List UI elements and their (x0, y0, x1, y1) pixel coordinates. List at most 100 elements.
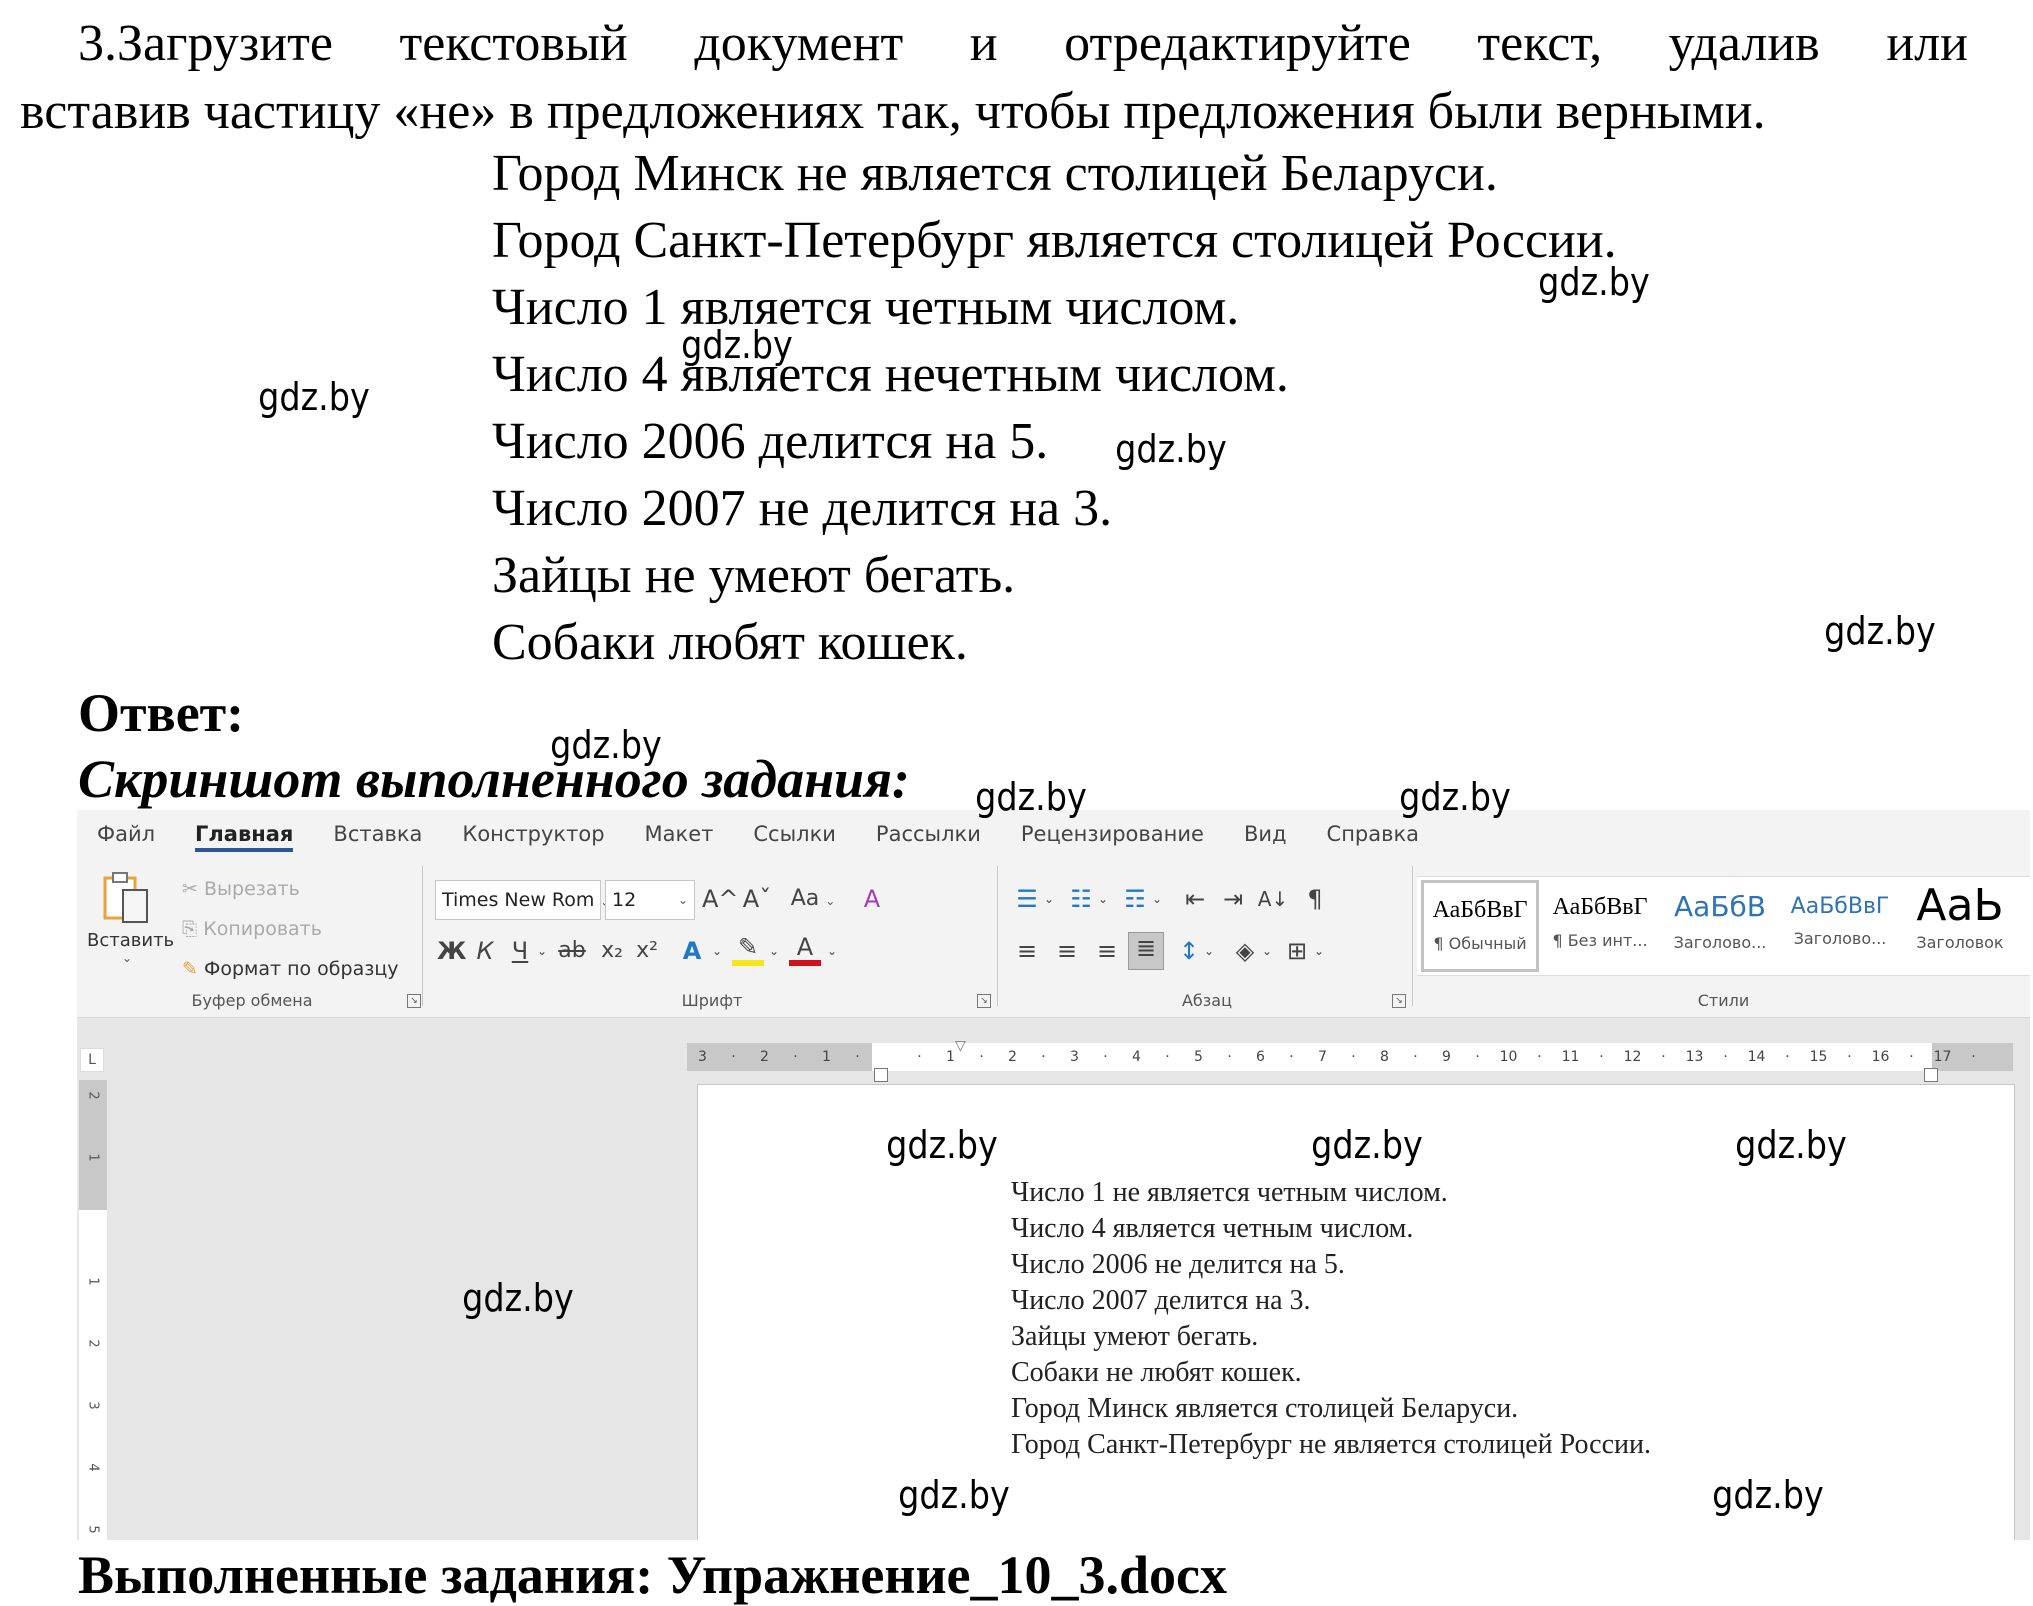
chevron-down-icon[interactable]: ⌄ (1260, 936, 1274, 966)
dialog-launcher-icon[interactable]: ↘ (977, 994, 991, 1008)
ruler-tick: 2 (760, 1049, 769, 1065)
ruler-tick: · (1661, 1049, 1666, 1065)
strikethrough-button[interactable]: ab (555, 936, 589, 966)
style-heading-1[interactable]: АаБбВ Заголово... (1661, 880, 1779, 972)
ruler-tick: 16 (1871, 1049, 1890, 1065)
ruler-tick: · (1165, 1049, 1170, 1065)
ruler-tick: · (1227, 1049, 1232, 1065)
font-group: Times New Rom⌄ 12⌄ A^ Aˇ Aa⌄ A Ж К Ч ⌄ a… (427, 866, 997, 1016)
justify-icon[interactable]: ≣ (1128, 932, 1164, 970)
tab-design[interactable]: Конструктор (442, 810, 624, 858)
dialog-launcher-icon[interactable]: ↘ (407, 994, 421, 1008)
align-center-icon[interactable]: ≡ (1050, 936, 1084, 966)
style-normal[interactable]: АаБбВвГ ¶ Обычный (1421, 880, 1539, 972)
tab-file[interactable]: Файл (77, 810, 175, 858)
first-line-indent-marker[interactable]: ▽ (955, 1038, 966, 1054)
multilevel-list-icon[interactable]: ☶ (1118, 884, 1152, 914)
task-sentence: Собаки любят кошек. (492, 614, 968, 671)
style-preview: АаБбВвГ (1552, 894, 1648, 920)
style-title[interactable]: АаЬ Заголовок (1901, 880, 2019, 972)
right-indent-marker[interactable] (1924, 1068, 1938, 1082)
align-right-icon[interactable]: ≡ (1090, 936, 1124, 966)
chevron-down-icon[interactable]: ⌄ (1202, 936, 1216, 966)
highlight-button[interactable]: ✎ (732, 932, 764, 966)
tab-view[interactable]: Вид (1224, 810, 1307, 858)
ruler-tick: · (1785, 1049, 1790, 1065)
copy-button[interactable]: ⎘ Копировать (182, 918, 322, 940)
shrink-font-button[interactable]: Aˇ (742, 884, 772, 914)
font-name-select[interactable]: Times New Rom⌄ (435, 880, 610, 920)
style-name: ¶ Обычный (1433, 934, 1527, 953)
group-divider (997, 866, 998, 1006)
chevron-down-icon[interactable]: ⌄ (1096, 884, 1110, 914)
line-spacing-icon[interactable]: ↕ (1172, 936, 1206, 966)
tab-selector[interactable]: L (80, 1048, 104, 1072)
italic-button[interactable]: К (472, 936, 498, 966)
chevron-down-icon[interactable]: ⌄ (1312, 936, 1326, 966)
clipboard-group: Вставить ⌄ ✂ Вырезать ⎘ Копировать ✎ Фор… (77, 866, 427, 1016)
subscript-button[interactable]: x₂ (597, 936, 627, 966)
text-effects-icon[interactable]: A (677, 936, 707, 966)
highlighter-icon: ✎ (737, 933, 759, 961)
superscript-button[interactable]: x² (632, 936, 662, 966)
increase-indent-icon[interactable]: ⇥ (1216, 884, 1250, 914)
font-group-label: Шрифт (681, 991, 743, 1010)
task-word: удалив (1668, 15, 1820, 72)
group-divider (1412, 866, 1413, 1006)
ruler-tick: 4 (1132, 1049, 1141, 1065)
bold-button[interactable]: Ж (437, 936, 466, 966)
ruler-tick: 1 (85, 1153, 101, 1162)
borders-icon[interactable]: ⊞ (1280, 936, 1314, 966)
font-size-select[interactable]: 12 ⌄ (605, 880, 695, 920)
underline-button[interactable]: Ч (507, 936, 533, 966)
align-left-icon[interactable]: ≡ (1010, 936, 1044, 966)
paste-button[interactable]: Вставить ⌄ (87, 866, 174, 976)
ruler-tick: · (1413, 1049, 1418, 1065)
grow-font-button[interactable]: A^ (702, 884, 739, 914)
dialog-launcher-icon[interactable]: ↘ (1392, 994, 1406, 1008)
task-instruction-line-1: 3.Загрузите текстовый документ и отредак… (78, 10, 1968, 78)
ruler-tick: · (793, 1049, 798, 1065)
bullets-icon[interactable]: ☰ (1010, 884, 1044, 914)
tab-layout[interactable]: Макет (625, 810, 734, 858)
horizontal-ruler[interactable]: 3 · 2 · 1 · · 1 · 2 · 3 · 4 · 5 · 6 · 7 · 8 · 9 · 10 · 11 · 12 · 13 · 14 ·… (687, 1043, 2013, 1071)
chevron-down-icon[interactable]: ⌄ (767, 936, 781, 966)
cut-button[interactable]: ✂ Вырезать (182, 878, 300, 900)
style-preview: АаБбВвГ (1790, 894, 1890, 919)
chevron-down-icon[interactable]: ⌄ (1150, 884, 1164, 914)
ruler-tick: · (1103, 1049, 1108, 1065)
chevron-down-icon[interactable]: ⌄ (1042, 884, 1056, 914)
watermark: gdz.by (1311, 1123, 1423, 1167)
clipboard-icon (103, 872, 148, 923)
style-no-spacing[interactable]: АаБбВвГ ¶ Без инт... (1541, 880, 1659, 972)
decrease-indent-icon[interactable]: ⇤ (1178, 884, 1212, 914)
vertical-ruler[interactable]: 2 1 1 2 3 4 5 (79, 1080, 107, 1540)
chevron-down-icon[interactable]: ⌄ (710, 936, 724, 966)
change-case-button[interactable]: Aa ⌄ (787, 884, 839, 916)
ruler-tick: 4 (85, 1463, 101, 1472)
chevron-down-icon[interactable]: ⌄ (535, 936, 549, 966)
chevron-down-icon[interactable]: ⌄ (825, 936, 839, 966)
watermark: gdz.by (258, 375, 370, 419)
show-formatting-button[interactable]: ¶ (1298, 884, 1332, 914)
watermark: gdz.by (550, 723, 662, 767)
ruler-tick: · (1289, 1049, 1294, 1065)
ruler-tick: · (917, 1049, 922, 1065)
ruler-tick: 6 (1256, 1049, 1265, 1065)
numbering-icon[interactable]: ☷ (1064, 884, 1098, 914)
left-indent-marker[interactable] (874, 1068, 888, 1082)
font-color-button[interactable]: A (789, 932, 821, 966)
ruler-tick: 2 (85, 1339, 101, 1348)
style-subtitle[interactable]: АаБбВв Подзагол (2019, 880, 2030, 972)
shading-icon[interactable]: ◈ (1228, 936, 1262, 966)
clear-formatting-icon[interactable]: A (857, 884, 887, 914)
sort-button[interactable]: А↓ (1256, 884, 1290, 914)
tab-insert[interactable]: Вставка (313, 810, 442, 858)
tab-references[interactable]: Ссылки (733, 810, 856, 858)
style-preview: АаЬ (1916, 880, 2004, 931)
tab-home[interactable]: Главная (175, 810, 313, 858)
style-heading-2[interactable]: АаБбВвГ Заголово... (1781, 880, 1899, 972)
task-word: текстовый (399, 15, 628, 72)
change-case-label: Aa (790, 886, 820, 911)
format-painter-button[interactable]: ✎ Формат по образцу (182, 958, 399, 980)
